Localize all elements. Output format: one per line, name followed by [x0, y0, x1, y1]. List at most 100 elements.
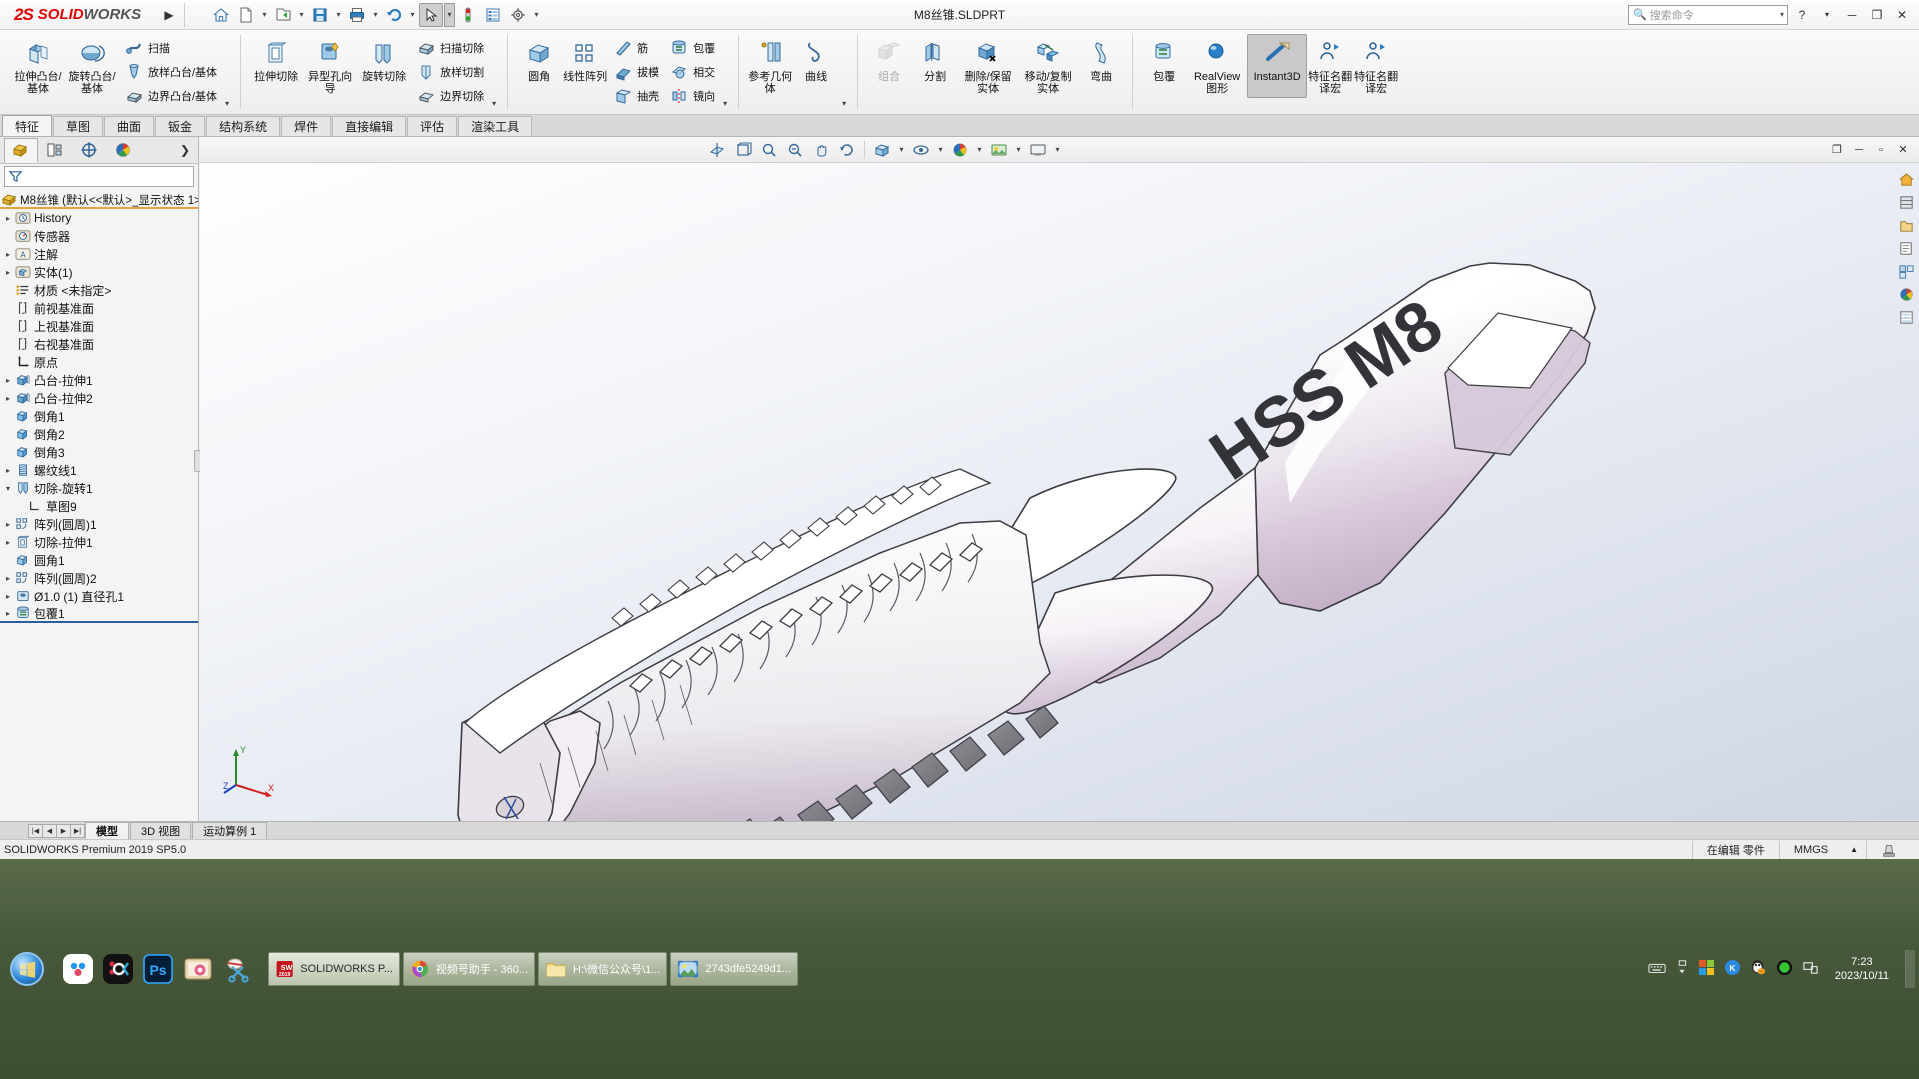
gear-caret-icon[interactable]: ▾: [531, 10, 542, 19]
minimize-icon[interactable]: ─: [1849, 140, 1869, 160]
gear-icon[interactable]: [506, 3, 530, 27]
minimize-button[interactable]: ─: [1841, 5, 1863, 25]
tree-item-19[interactable]: ▸ 切除-拉伸1: [0, 533, 198, 551]
rebuild-icon[interactable]: [456, 3, 480, 27]
tree-item-21[interactable]: ▸ 阵列(圆周)2: [0, 569, 198, 587]
close-button[interactable]: ✕: [1891, 5, 1913, 25]
intersect-button[interactable]: 相交: [664, 60, 720, 83]
tree-item-6[interactable]: 前视基准面: [0, 299, 198, 317]
chevron-right-icon[interactable]: ▸: [2, 538, 14, 547]
mirror-button[interactable]: 镜向: [664, 84, 720, 107]
display-style-caret-icon[interactable]: ▾: [896, 145, 907, 154]
configuration-manager-tab[interactable]: [72, 138, 106, 163]
photo-viewer-icon[interactable]: [180, 951, 216, 987]
zoom-fit-icon[interactable]: [757, 139, 781, 161]
tree-item-7[interactable]: 上视基准面: [0, 317, 198, 335]
tree-item-5[interactable]: 材质 <未指定>: [0, 281, 198, 299]
property-manager-tab[interactable]: [38, 138, 72, 163]
rotate-icon[interactable]: [835, 139, 859, 161]
reference-group-caret-icon[interactable]: ▾: [839, 99, 849, 114]
tab-render-tools[interactable]: 渲染工具: [458, 116, 533, 136]
rib-button[interactable]: 筋: [608, 36, 664, 59]
tree-item-17[interactable]: 草图9: [0, 497, 198, 515]
tree-root-item[interactable]: M8丝锥 (默认<<默认>_显示状态 1>): [0, 191, 198, 209]
save-caret-icon[interactable]: ▾: [333, 10, 344, 19]
chevron-down-icon[interactable]: ▾: [2, 484, 14, 493]
tree-item-23[interactable]: ▸ 包覆1: [0, 605, 198, 623]
chevron-right-icon[interactable]: ❯: [180, 143, 198, 157]
chevron-right-icon[interactable]: ▸: [2, 609, 14, 618]
appearance-caret-icon[interactable]: ▾: [974, 145, 985, 154]
restore-button[interactable]: ❐: [1866, 5, 1888, 25]
search-caret-icon[interactable]: ▾: [1780, 10, 1784, 19]
home-icon[interactable]: [209, 3, 233, 27]
select-cursor-icon[interactable]: [419, 2, 443, 27]
chevron-right-icon[interactable]: ▸: [2, 574, 14, 583]
chevron-right-icon[interactable]: ▸: [2, 592, 14, 601]
revolve-boss-button[interactable]: 旋转凸台/基体: [65, 34, 119, 98]
chevron-right-icon[interactable]: ▸: [2, 520, 14, 529]
undo-icon[interactable]: [382, 3, 406, 27]
linear-pattern-button[interactable]: 线性阵列: [562, 34, 608, 98]
scene-caret-icon[interactable]: ▾: [1013, 145, 1024, 154]
taskbar-clock[interactable]: 7:23 2023/10/11: [1827, 955, 1897, 983]
tree-item-10[interactable]: ▸ 凸台-拉伸1: [0, 371, 198, 389]
menu-expand-arrow[interactable]: ▶: [160, 8, 178, 22]
extrude-cut-button[interactable]: 拉伸切除: [249, 34, 303, 98]
tree-item-4[interactable]: ▸ 实体(1): [0, 263, 198, 281]
help-button[interactable]: ?: [1791, 5, 1813, 25]
tab-direct-editing[interactable]: 直接编辑: [332, 116, 407, 136]
tree-item-2[interactable]: 传感器: [0, 227, 198, 245]
snip-icon[interactable]: [220, 951, 256, 987]
search-input[interactable]: 🔍 搜索命令 ▾: [1628, 4, 1788, 25]
tree-item-15[interactable]: ▸ 螺纹线1: [0, 461, 198, 479]
print-icon[interactable]: [345, 3, 369, 27]
chevron-right-icon[interactable]: ▸: [2, 214, 14, 223]
tab-evaluate[interactable]: 评估: [407, 116, 458, 136]
tree-item-12[interactable]: 倒角1: [0, 407, 198, 425]
help-caret-icon[interactable]: ▾: [1816, 5, 1838, 25]
network-icon[interactable]: [1802, 959, 1819, 979]
next-tab-button[interactable]: ▶: [56, 823, 71, 838]
open-caret-icon[interactable]: ▾: [296, 10, 307, 19]
split-button[interactable]: 分割: [912, 34, 958, 98]
curves-button[interactable]: 曲线: [793, 34, 839, 98]
section-view-icon[interactable]: [705, 139, 729, 161]
tree-item-18[interactable]: ▸ 阵列(圆周)1: [0, 515, 198, 533]
shell-button[interactable]: 抽壳: [608, 84, 664, 107]
restore-down-icon[interactable]: ❐: [1827, 140, 1847, 160]
tree-item-8[interactable]: 右视基准面: [0, 335, 198, 353]
chevron-right-icon[interactable]: ▸: [2, 250, 14, 259]
tab-structure-system[interactable]: 结构系统: [206, 116, 281, 136]
tree-item-13[interactable]: 倒角2: [0, 425, 198, 443]
viewport-layout-icon[interactable]: [1026, 139, 1050, 161]
save-icon[interactable]: [308, 3, 332, 27]
tab-3dviews[interactable]: 3D 视图: [130, 822, 192, 839]
boundary-boss-button[interactable]: 边界凸台/基体: [119, 84, 222, 107]
chevron-right-icon[interactable]: ▸: [2, 466, 14, 475]
cut-group-caret-icon[interactable]: ▾: [489, 99, 499, 114]
hole-wizard-button[interactable]: 异型孔向导: [303, 34, 357, 98]
graphics-viewport[interactable]: ▾ ▾ ▾ ▾ ▾ ❐ ─ ▫ ✕ HSS M8 Y X Z: [200, 137, 1919, 821]
tree-item-22[interactable]: ▸ Ø1.0 (1) 直径孔1: [0, 587, 198, 605]
print-caret-icon[interactable]: ▾: [370, 10, 381, 19]
realview-button[interactable]: RealView 图形: [1187, 34, 1247, 98]
wrap-button[interactable]: 包覆: [664, 36, 720, 59]
chevron-right-icon[interactable]: ▸: [2, 394, 14, 403]
taskbar-item-folder[interactable]: H:\微信公众号\1...: [538, 952, 668, 986]
qq-icon[interactable]: [1750, 959, 1767, 979]
tab-sketch[interactable]: 草图: [53, 116, 104, 136]
tree-item-11[interactable]: ▸ 凸台-拉伸2: [0, 389, 198, 407]
close-icon[interactable]: ✕: [1893, 140, 1913, 160]
kingsoft-icon[interactable]: K: [1724, 959, 1741, 979]
new-doc-icon[interactable]: [234, 3, 258, 27]
taskbar-item-browser[interactable]: 视频号助手 - 360...: [403, 952, 535, 986]
tree-item-9[interactable]: 原点: [0, 353, 198, 371]
tab-features[interactable]: 特征: [2, 115, 53, 136]
chevron-right-icon[interactable]: ▸: [2, 268, 14, 277]
stamp-icon[interactable]: [1866, 840, 1911, 859]
tab-surfaces[interactable]: 曲面: [104, 116, 155, 136]
extrude-boss-button[interactable]: 拉伸凸台/基体: [11, 34, 65, 98]
first-tab-button[interactable]: |◀: [28, 823, 43, 838]
taskbar-item-image[interactable]: 2743dfe5249d1...: [670, 952, 799, 986]
